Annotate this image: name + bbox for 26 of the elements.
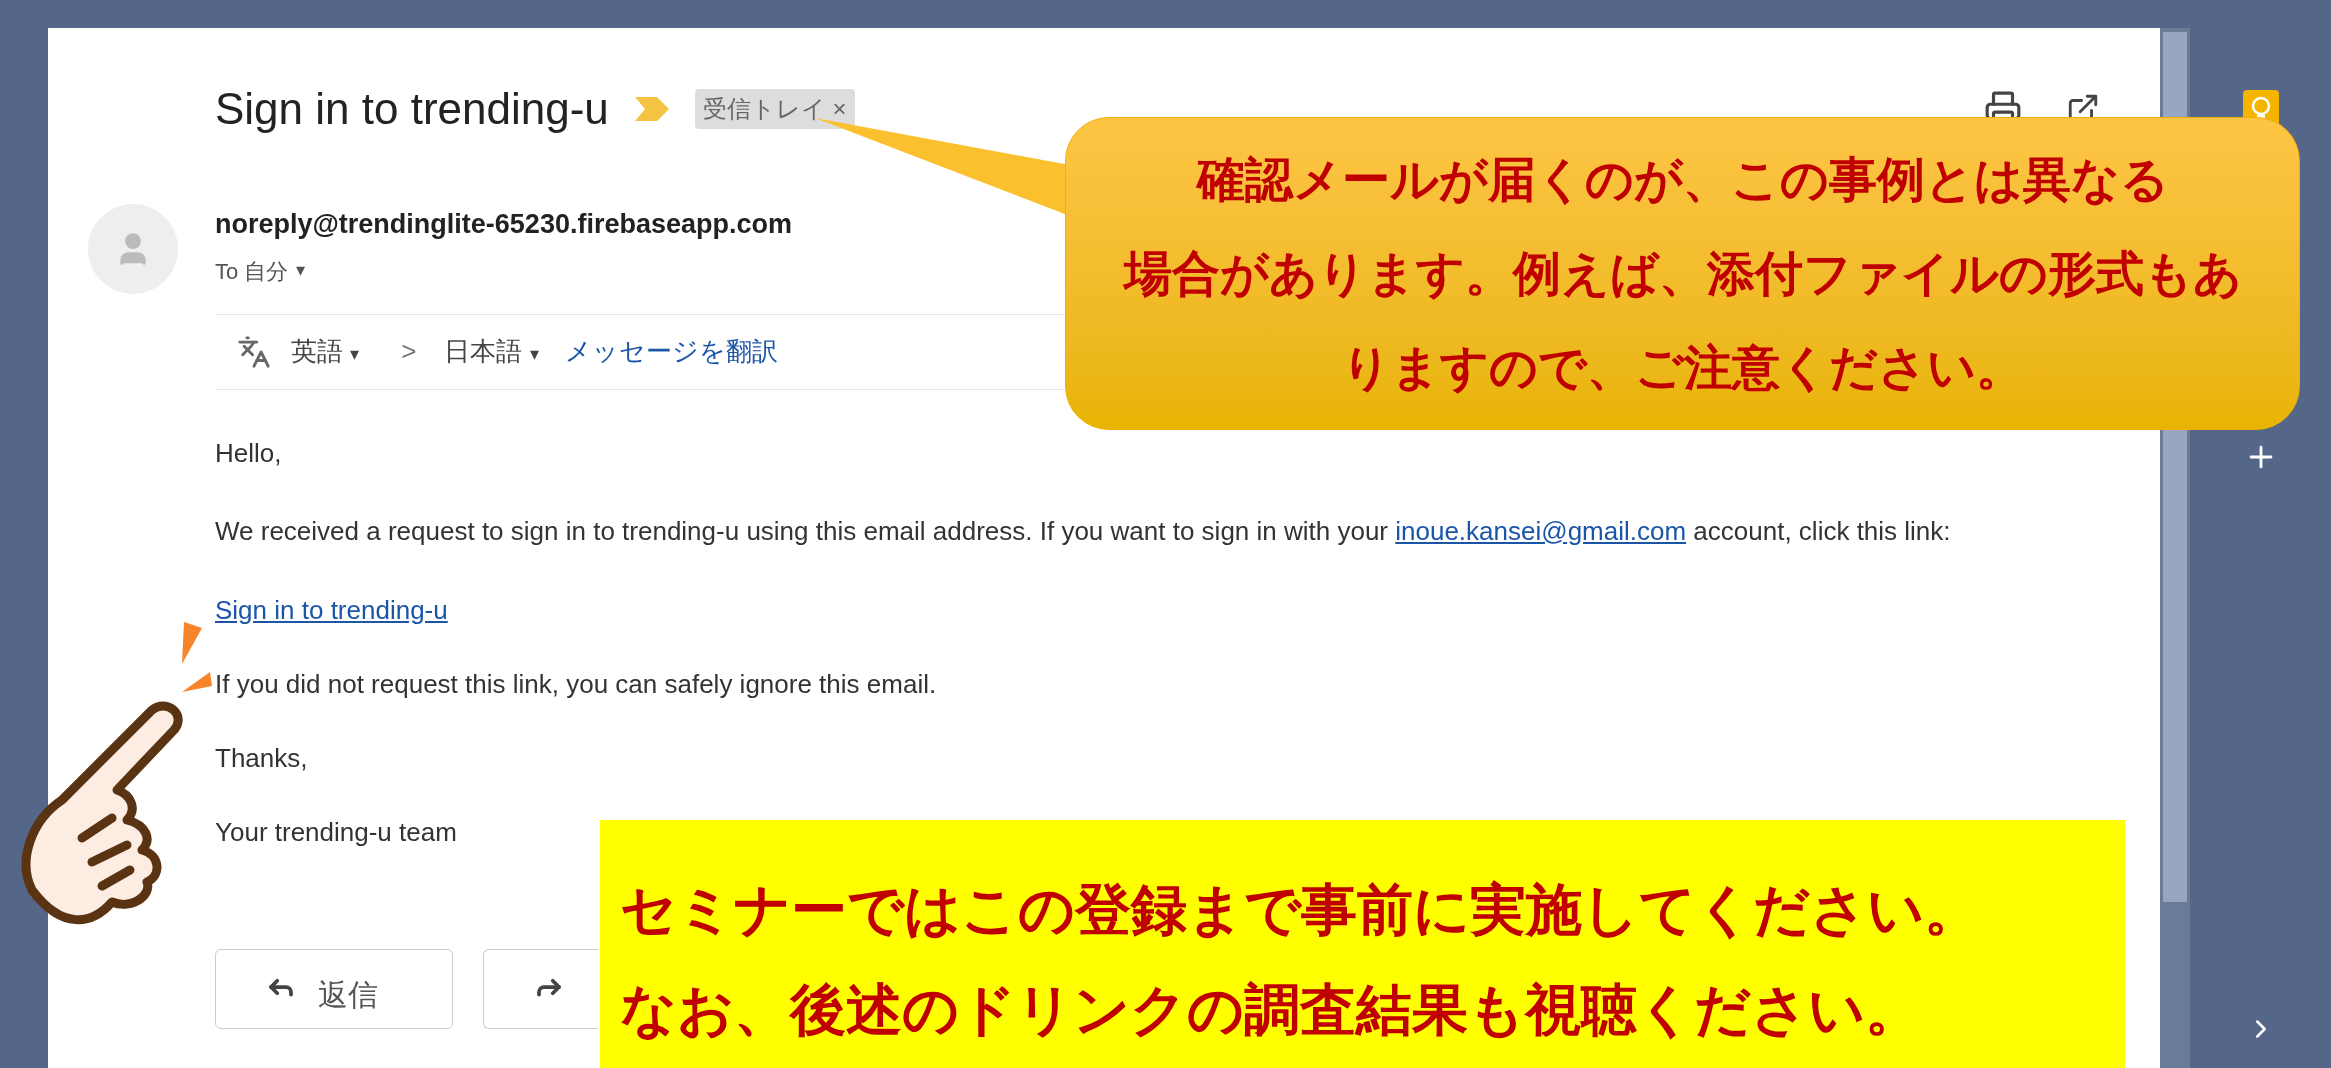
email-link[interactable]: inoue.kansei@gmail.com: [1395, 515, 1687, 546]
importance-marker-icon: [634, 97, 669, 121]
source-language[interactable]: 英語 ▾: [291, 332, 360, 371]
remove-label-button[interactable]: ×: [832, 95, 847, 122]
callout-text: 確認メールが届くのが、この事例とは異なる: [1196, 151, 2169, 208]
sender-address: noreply@trendinglite-65230.firebaseapp.com: [215, 208, 792, 241]
body-text: Hello,: [215, 436, 282, 470]
body-text: If you did not request this link, you can safely ignore this email.: [215, 667, 937, 701]
target-language[interactable]: 日本語 ▾: [444, 332, 539, 371]
arrow-glyph: >: [401, 335, 417, 368]
inbox-label[interactable]: 受信トレイ ×: [694, 89, 855, 129]
callout-text: りますので、ご注意ください。: [1341, 339, 2024, 396]
recipient-caret[interactable]: ▾: [296, 256, 306, 288]
reply-button[interactable]: 返信: [215, 948, 453, 1029]
body-text: Thanks,: [215, 741, 308, 775]
body-paragraph: We received a request to sign in to trending-u using this email address. If you want to sign in with your inoue.kansei@gmail.com account, click this link:: [215, 514, 1952, 548]
body-text: Your trending-u team: [215, 815, 457, 849]
recipient-text: To 自分: [215, 257, 289, 286]
callout-text: 場合があります。例えば、添付ファイルの形式もあ: [1123, 245, 2242, 302]
email-subject: Sign in to trending-u: [215, 83, 609, 135]
translate-icon: [237, 334, 271, 369]
note-text: なお、後述のドリンクの調査結果も視聴ください。: [620, 977, 1922, 1043]
translate-link[interactable]: メッセージを翻訳: [564, 332, 778, 371]
emphasis-marks-icon: [180, 622, 212, 694]
note-text: セミナーではこの登録まで事前に実施してください。: [620, 877, 1981, 943]
sign-in-link[interactable]: Sign in to trending-u: [215, 592, 448, 627]
